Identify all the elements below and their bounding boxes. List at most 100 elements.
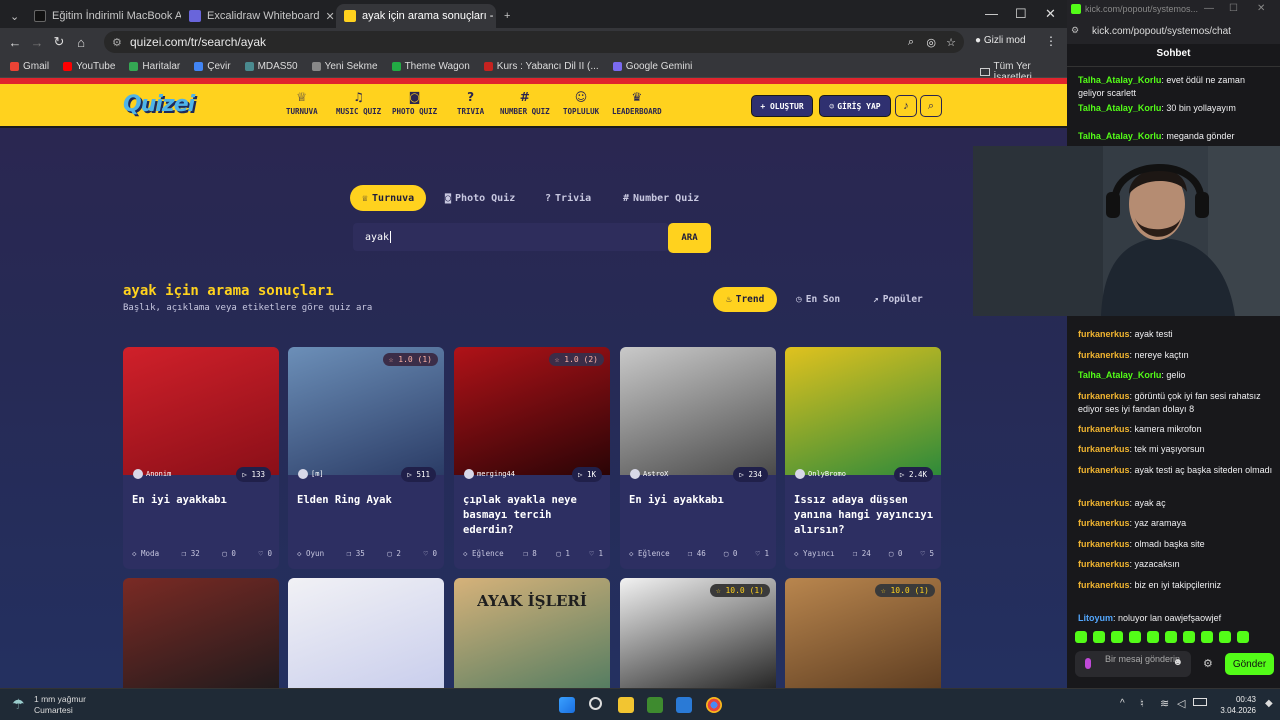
bookmark-item[interactable]: YouTube [63,61,115,72]
bookmark-item[interactable]: Google Gemini [612,61,692,72]
quiz-card[interactable]: AYAK İŞLERİ [454,578,610,688]
quiz-card[interactable]: OnlyBromo ▷ 2.4K Issız adaya düşsen yanına… [785,347,941,569]
zoom-icon[interactable]: ⌕ [908,36,914,49]
quiz-card[interactable]: AstroX ▷ 234 En iyi ayakkabı ◇ Eğlence ❐ 46 ▢… [620,347,776,569]
emote-icon[interactable] [1111,631,1123,643]
card-author[interactable]: merging44 [464,469,515,479]
tab-search-button[interactable]: ⌄ [6,4,26,28]
chat-username[interactable]: Talha_Atalay_Korlu [1078,103,1161,113]
sort-trend[interactable]: ♨ Trend [713,287,778,312]
close-icon[interactable]: ✕ [1257,3,1265,14]
tab-excalidraw[interactable]: Excalidraw Whiteboard ✕ [181,4,336,28]
card-title[interactable]: En iyi ayakkabı [629,493,769,508]
chat-username[interactable]: furkanerkus [1078,518,1130,528]
mic-icon[interactable]: ♮ [1140,697,1144,710]
sort-en-son[interactable]: ◷ En Son [796,287,840,312]
volume-icon[interactable]: ◁ [1177,697,1185,710]
quiz-card[interactable] [288,578,444,688]
nav-number-quiz[interactable]: # NUMBER QUIZ [500,90,550,116]
url-field[interactable]: ⚙ quizei.com/tr/search/ayak ⌕ ◎ ☆ [104,31,964,53]
notification-icon[interactable]: ◆ [1265,698,1273,709]
chat-username[interactable]: furkanerkus [1078,329,1130,339]
quizei-logo[interactable]: Quizei [123,92,195,117]
home-icon[interactable]: ⌂ [70,35,92,50]
emote-icon[interactable] [1093,631,1105,643]
chat-username[interactable]: Talha_Atalay_Korlu [1078,370,1161,380]
chat-username[interactable]: furkanerkus [1078,559,1130,569]
bookmark-item[interactable]: Kurs : Yabancı Dil II (... [483,61,599,72]
chat-message-input[interactable]: Bir mesaj gönderin ☻ [1075,651,1191,677]
card-author[interactable]: OnlyBromo [795,469,846,479]
bookmark-item[interactable]: Theme Wagon [391,61,470,72]
close-icon[interactable]: ✕ [326,10,335,23]
wifi-icon[interactable]: ≋ [1160,697,1169,710]
card-title[interactable]: çıplak ayakla neye basmayı tercih ederdi… [463,493,603,538]
minimize-icon[interactable]: — [985,6,998,21]
settings-icon[interactable]: ⚙ [1203,657,1213,670]
chrome-icon[interactable] [706,697,722,713]
search-icon[interactable]: ⌕ [920,95,942,117]
tab-quizei[interactable]: ayak için arama sonuçları - Qui ✕ [336,4,496,28]
chat-username[interactable]: furkanerkus [1078,465,1130,475]
emote-icon[interactable] [1165,631,1177,643]
nav-topluluk[interactable]: ☺ TOPLULUK [563,90,599,116]
emote-icon[interactable] [1183,631,1195,643]
quiz-card[interactable]: ☆ 10.0 (1) [785,578,941,688]
weather-widget[interactable]: 1 mm yağmur Cumartesi [34,694,86,716]
emote-icon[interactable] [1147,631,1159,643]
quiz-card[interactable]: ☆ 1.0 (1) [m] ▷ 511 Elden Ring Ayak ◇ Oyun ❐ … [288,347,444,569]
chat-username[interactable]: furkanerkus [1078,350,1130,360]
chat-username[interactable]: furkanerkus [1078,424,1130,434]
start-icon[interactable] [559,697,575,713]
quiz-card[interactable]: ☆ 1.0 (2) merging44 ▷ 1K çıplak ayakla neye… [454,347,610,569]
incognito-indicator[interactable]: ● Gizli mod [975,35,1026,46]
sort-populer[interactable]: ↗ Popüler [873,287,923,312]
emote-icon[interactable] [1201,631,1213,643]
nav-turnuva[interactable]: ♕ TURNUVA [286,90,318,116]
emote-icon[interactable] [1219,631,1231,643]
chat-username[interactable]: furkanerkus [1078,498,1130,508]
forward-icon[interactable]: → [26,35,48,50]
back-icon[interactable]: ← [4,35,26,50]
create-button[interactable]: + OLUŞTUR [751,95,813,117]
tab-macbook[interactable]: Eğitim İndirimli MacBook Air M ✕ [26,4,181,28]
nav-leaderboard[interactable]: ♛ LEADERBOARD [612,90,662,116]
emote-icon[interactable] [1129,631,1141,643]
bookmark-item[interactable]: Gmail [10,61,49,72]
minimize-icon[interactable]: — [1204,3,1214,14]
bookmark-item[interactable]: MDAS50 [244,61,298,72]
reload-icon[interactable]: ↻ [48,34,70,50]
chevron-up-icon[interactable]: ^ [1120,698,1125,709]
chat-username[interactable]: furkanerkus [1078,580,1130,590]
quiz-card[interactable]: Anonim ▷ 133 En iyi ayakkabı ◇ Moda ❐ 32 ▢ 0 ♡… [123,347,279,569]
chat-username[interactable]: Talha_Atalay_Korlu [1078,131,1161,141]
nav-trivia[interactable]: ? TRIVIA [457,90,484,116]
card-author[interactable]: [m] [298,469,324,479]
tab-turnuva[interactable]: ♕ Turnuva [350,185,427,211]
card-author[interactable]: Anonim [133,469,171,479]
clock[interactable]: 00:43 3.04.2026 [1212,694,1256,716]
battery-icon[interactable] [1193,698,1207,706]
card-title[interactable]: Elden Ring Ayak [297,493,437,508]
eye-off-icon[interactable]: ◎ [926,36,936,49]
emote-icon[interactable] [1075,631,1087,643]
chat-username[interactable]: furkanerkus [1078,444,1130,454]
emoji-icon[interactable]: ☻ [1172,658,1183,668]
chat-username[interactable]: furkanerkus [1078,539,1130,549]
emote-icon[interactable] [1237,631,1249,643]
chat-username[interactable]: furkanerkus [1078,391,1130,401]
maximize-icon[interactable]: ☐ [1015,6,1027,22]
card-title[interactable]: Issız adaya düşsen yanına hangi yayıncıy… [794,493,934,538]
quiz-card[interactable]: ☆ 10.0 (1) [620,578,776,688]
search-input[interactable]: ayak [353,223,669,251]
tab-number-quiz[interactable]: # Number Quiz [623,185,699,211]
card-title[interactable]: En iyi ayakkabı [132,493,272,508]
maximize-icon[interactable]: ☐ [1229,3,1238,14]
search-submit-button[interactable]: ARA [668,223,711,253]
search-icon[interactable] [589,697,602,710]
login-button[interactable]: ☺ GİRİŞ YAP [819,95,891,117]
site-info-icon[interactable]: ⚙ [112,36,122,49]
tab-photo-quiz[interactable]: ◙ Photo Quiz [445,185,515,211]
chat-username[interactable]: Litoyum [1078,613,1113,623]
close-window-icon[interactable]: ✕ [1045,6,1056,22]
